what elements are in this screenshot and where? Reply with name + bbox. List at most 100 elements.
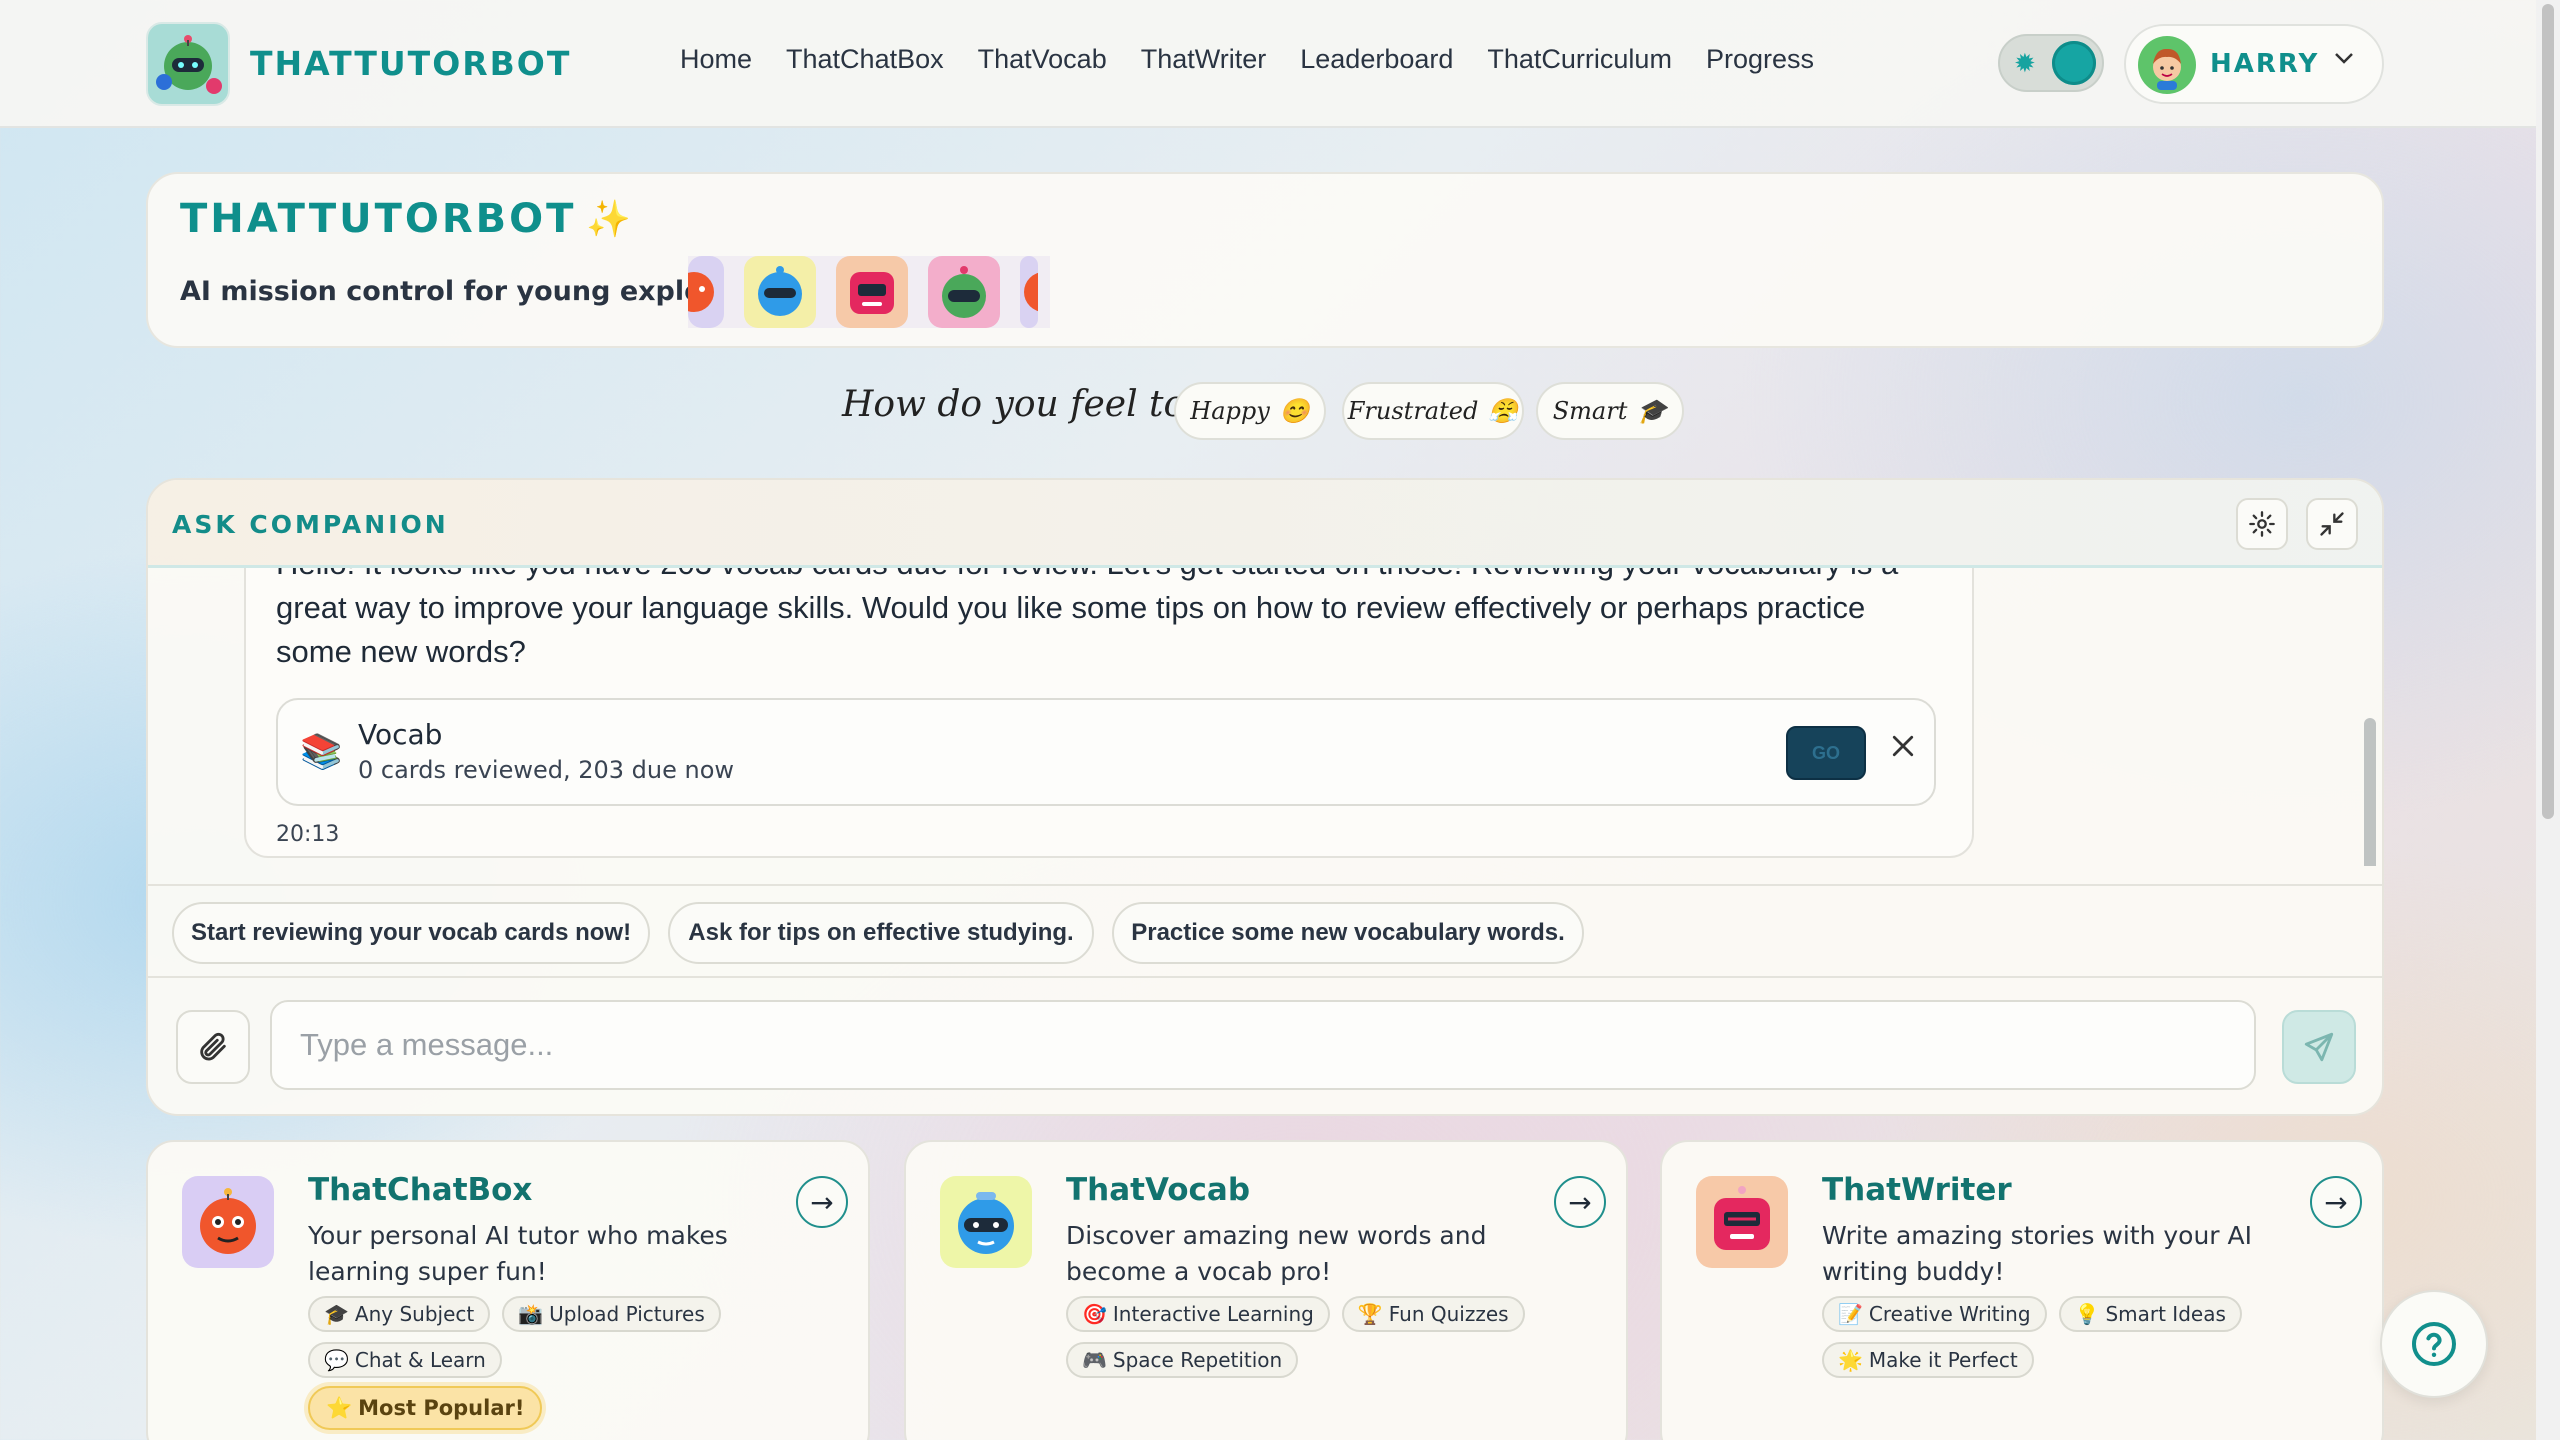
- feature-title: ThatWriter: [1822, 1172, 2012, 1208]
- tag-label: Space Repetition: [1112, 1348, 1283, 1372]
- blue-robot-icon: [744, 256, 816, 328]
- tag-label: Smart Ideas: [2105, 1302, 2226, 1326]
- tag-label: Chat & Learn: [354, 1348, 486, 1372]
- top-navbar: THATTUTORBOT Home ThatChatBox ThatVocab …: [0, 0, 2536, 128]
- tag-label: Interactive Learning: [1112, 1302, 1314, 1326]
- user-name: HARRY: [2210, 49, 2320, 79]
- orange-robot-icon: [1020, 256, 1038, 328]
- tag-interactive-learning: 🎯 Interactive Learning: [1066, 1296, 1330, 1332]
- feature-description: Your personal AI tutor who makes learnin…: [308, 1221, 728, 1286]
- hero-card: THATTUTORBOT ✨ AI mission control for yo…: [146, 172, 2384, 348]
- page-scrollbar[interactable]: [2536, 0, 2560, 1440]
- send-icon: [2304, 1032, 2334, 1062]
- nav-thatcurriculum[interactable]: ThatCurriculum: [1487, 44, 1672, 75]
- close-icon[interactable]: [1888, 726, 1918, 770]
- suggestion-chip[interactable]: Start reviewing your vocab cards now!: [172, 902, 650, 964]
- mood-happy-label: Happy: [1190, 397, 1270, 425]
- feature-card-thatchatbox[interactable]: ThatChatBox Your personal AI tutor who m…: [146, 1140, 870, 1440]
- gamepad-icon: 🎮: [1082, 1348, 1107, 1372]
- pink-robot-icon: [836, 256, 908, 328]
- pink-robot-icon: [1696, 1176, 1788, 1268]
- graduation-cap-icon: 🎓: [1637, 397, 1668, 425]
- graduation-cap-icon: 🎓: [324, 1302, 349, 1326]
- feature-title: ThatChatBox: [308, 1172, 533, 1208]
- feature-tags: 🎓 Any Subject 📸 Upload Pictures 💬 Chat & Le…: [308, 1296, 828, 1378]
- books-icon: 📚: [300, 732, 343, 772]
- minimize-arrows-icon: [2320, 512, 2344, 536]
- star-icon: 🌟: [1838, 1348, 1863, 1372]
- toggle-knob: [2052, 41, 2096, 85]
- tag-smart-ideas: 💡 Smart Ideas: [2058, 1296, 2242, 1332]
- arrow-right-icon[interactable]: →: [2310, 1176, 2362, 1228]
- paperclip-icon: [200, 1032, 226, 1061]
- app-logo[interactable]: [146, 22, 230, 106]
- hero-title: THATTUTORBOT: [180, 196, 577, 242]
- nav-thatchatbox[interactable]: ThatChatBox: [786, 44, 944, 75]
- feature-title: ThatVocab: [1066, 1172, 1251, 1208]
- brand-name[interactable]: THATTUTORBOT: [250, 44, 571, 83]
- chat-messages[interactable]: Hello! It looks like you have 203 vocab …: [148, 568, 2382, 866]
- nav-progress[interactable]: Progress: [1706, 44, 1814, 75]
- blue-robot-icon: [940, 1176, 1032, 1268]
- tag-creative-writing: 📝 Creative Writing: [1822, 1296, 2047, 1332]
- send-button[interactable]: [2282, 1010, 2356, 1084]
- tag-label: Creative Writing: [1868, 1302, 2031, 1326]
- avatar: [2138, 36, 2196, 94]
- tag-label: Any Subject: [354, 1302, 475, 1326]
- vocab-go-button[interactable]: GO: [1786, 726, 1866, 780]
- sun-icon: ✹: [2014, 49, 2036, 79]
- vocab-action-card: 📚 Vocab 0 cards reviewed, 203 due now GO: [276, 698, 1936, 806]
- speech-bubble-icon: 💬: [324, 1348, 349, 1372]
- nav-home[interactable]: Home: [680, 44, 752, 75]
- tag-make-it-perfect: 🌟 Make it Perfect: [1822, 1342, 2034, 1378]
- orange-robot-icon: [182, 1176, 274, 1268]
- target-icon: 🎯: [1082, 1302, 1107, 1326]
- smiley-icon: 😊: [1279, 397, 1310, 425]
- mood-happy-button[interactable]: Happy 😊: [1174, 382, 1326, 440]
- sparkle-icon: ✨: [586, 199, 631, 240]
- chat-scrollbar-thumb[interactable]: [2364, 718, 2376, 866]
- chevron-down-icon: [2332, 44, 2356, 77]
- user-menu[interactable]: HARRY: [2124, 24, 2384, 104]
- chat-header: ASK COMPANION: [148, 480, 2382, 568]
- arrow-right-icon[interactable]: →: [796, 1176, 848, 1228]
- memo-icon: 📝: [1838, 1302, 1863, 1326]
- orange-robot-icon: [688, 256, 724, 328]
- chat-settings-button[interactable]: [2236, 498, 2288, 550]
- vocab-card-status: 0 cards reviewed, 203 due now: [358, 756, 735, 784]
- nav-leaderboard[interactable]: Leaderboard: [1300, 44, 1453, 75]
- trophy-icon: 🏆: [1357, 1302, 1383, 1326]
- nav-thatvocab[interactable]: ThatVocab: [978, 44, 1107, 75]
- badge-label: Most Popular!: [358, 1396, 525, 1420]
- mood-smart-label: Smart: [1552, 397, 1628, 425]
- mood-frustrated-button[interactable]: Frustrated 😤: [1342, 382, 1524, 440]
- help-question-icon: [2412, 1322, 2456, 1366]
- tag-any-subject: 🎓 Any Subject: [308, 1296, 491, 1332]
- hero-subtitle: AI mission control for young explorers: [180, 276, 764, 307]
- main-nav: Home ThatChatBox ThatVocab ThatWriter Le…: [680, 44, 1814, 75]
- feature-card-thatvocab[interactable]: ThatVocab Discover amazing new words and…: [904, 1140, 1628, 1440]
- message-input[interactable]: [270, 1000, 2256, 1090]
- suggestion-chip[interactable]: Practice some new vocabulary words.: [1112, 902, 1584, 964]
- arrow-right-icon[interactable]: →: [1554, 1176, 1606, 1228]
- assistant-message-text: Hello! It looks like you have 203 vocab …: [276, 568, 1898, 669]
- feature-card-thatwriter[interactable]: ThatWriter Write amazing stories with yo…: [1660, 1140, 2384, 1440]
- suggestion-chip[interactable]: Ask for tips on effective studying.: [668, 902, 1094, 964]
- help-button[interactable]: [2380, 1290, 2488, 1398]
- robot-logo-icon: [156, 35, 222, 94]
- most-popular-badge: ⭐ Most Popular!: [308, 1386, 543, 1430]
- boy-avatar-icon: [2153, 48, 2181, 90]
- gear-icon: [2249, 511, 2275, 537]
- tag-space-repetition: 🎮 Space Repetition: [1066, 1342, 1299, 1378]
- tag-label: Make it Perfect: [1868, 1348, 2018, 1372]
- page-scrollbar-thumb[interactable]: [2542, 4, 2554, 819]
- nav-thatwriter[interactable]: ThatWriter: [1141, 44, 1267, 75]
- tag-label: Fun Quizzes: [1388, 1302, 1509, 1326]
- robot-carousel: [688, 256, 1050, 328]
- mood-frustrated-label: Frustrated: [1347, 397, 1479, 425]
- attach-button[interactable]: [176, 1010, 250, 1084]
- suggestion-row: Start reviewing your vocab cards now! As…: [148, 884, 2382, 978]
- mood-smart-button[interactable]: Smart 🎓: [1536, 382, 1684, 440]
- theme-toggle[interactable]: ✹: [1998, 34, 2104, 92]
- chat-minimize-button[interactable]: [2306, 498, 2358, 550]
